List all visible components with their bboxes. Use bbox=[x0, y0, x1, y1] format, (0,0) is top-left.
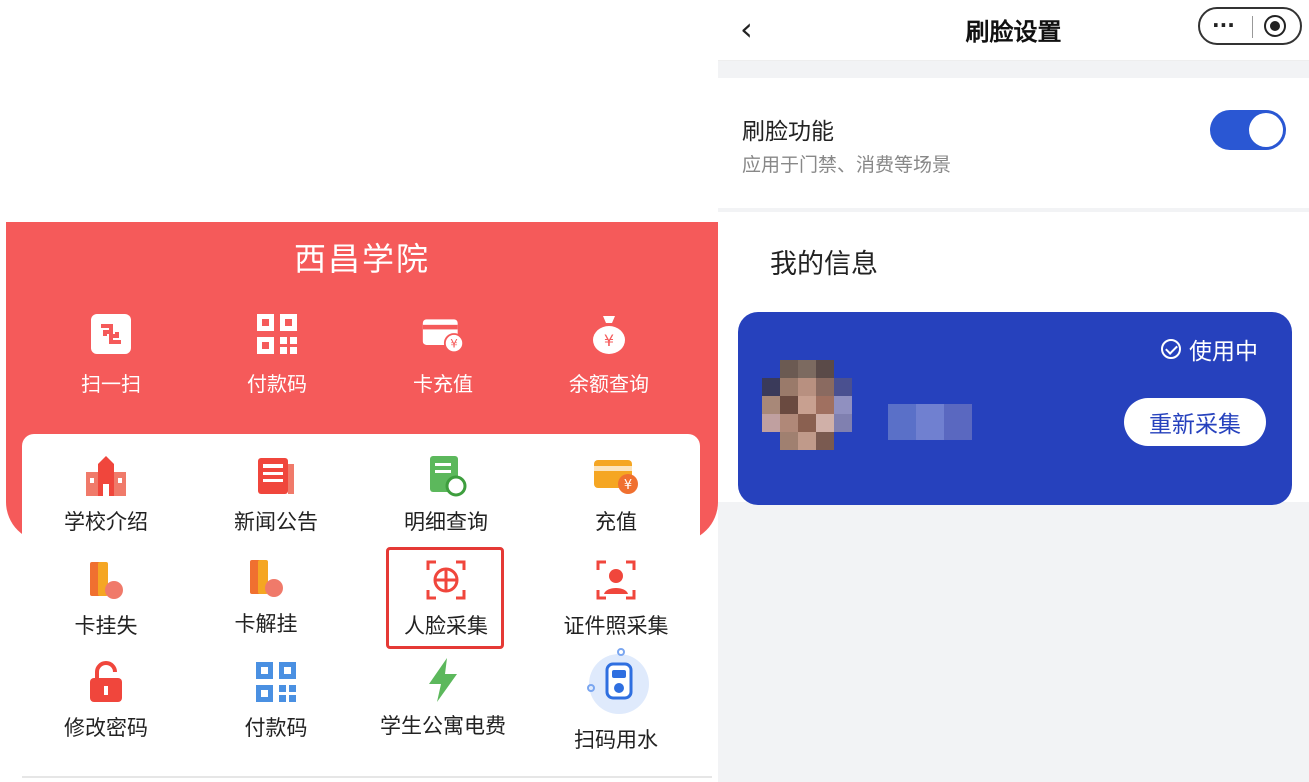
card-unlock-icon bbox=[242, 554, 290, 602]
svg-text:¥: ¥ bbox=[450, 337, 458, 351]
face-function-row: 刷脸功能 应用于门禁、消费等场景 bbox=[718, 78, 1309, 208]
lightning-icon bbox=[419, 656, 467, 704]
nav-bar: ‹ 刷脸设置 ··· bbox=[718, 0, 1309, 61]
service-change-password[interactable]: 修改密码 bbox=[31, 658, 181, 742]
service-card-unlock[interactable]: 卡解挂 bbox=[191, 554, 341, 638]
service-label: 证件照采集 bbox=[563, 614, 669, 638]
service-label: 卡解挂 bbox=[234, 612, 298, 636]
service-school-intro[interactable]: 学校介绍 bbox=[31, 452, 181, 536]
qr-code-icon bbox=[255, 312, 299, 356]
face-function-subtitle: 应用于门禁、消费等场景 bbox=[742, 154, 952, 176]
detail-query-icon bbox=[422, 452, 470, 500]
id-photo-capture-icon bbox=[592, 556, 640, 604]
school-building-icon bbox=[82, 452, 130, 500]
quick-scan-label: 扫一扫 bbox=[81, 372, 141, 396]
my-info-section: 我的信息 使用中 重新采集 bbox=[718, 212, 1309, 505]
face-info-card: 使用中 重新采集 bbox=[738, 312, 1292, 505]
service-label: 新闻公告 bbox=[234, 510, 318, 534]
status-badge: 使用中 bbox=[1161, 332, 1258, 366]
service-scan-water[interactable]: 扫码用水 bbox=[541, 648, 691, 754]
avatar bbox=[762, 360, 870, 468]
service-label: 学校介绍 bbox=[64, 510, 148, 534]
quick-recharge-label: 卡充值 bbox=[413, 372, 473, 396]
service-recharge[interactable]: ¥ 充值 bbox=[541, 452, 691, 536]
qr-code-icon bbox=[252, 658, 300, 706]
face-capture-highlight bbox=[386, 547, 504, 649]
service-label: 明细查询 bbox=[404, 510, 488, 534]
capsule-divider bbox=[1252, 16, 1253, 38]
service-detail-query[interactable]: 明细查询 bbox=[371, 452, 521, 536]
money-bag-icon: ¥ bbox=[587, 312, 631, 356]
recharge-card-icon: ¥ bbox=[592, 452, 640, 500]
quick-paycode-label: 付款码 bbox=[247, 372, 307, 396]
face-function-toggle[interactable] bbox=[1210, 110, 1286, 150]
service-label: 付款码 bbox=[244, 716, 308, 740]
my-info-title: 我的信息 bbox=[770, 249, 878, 280]
quick-recharge[interactable]: ¥ 卡充值 bbox=[378, 312, 508, 397]
right-screenshot: ‹ 刷脸设置 ··· 刷脸功能 应用于门禁、消费等场景 我的信息 使用中 重新采… bbox=[718, 0, 1309, 782]
service-id-photo[interactable]: 证件照采集 bbox=[541, 556, 691, 640]
quick-paycode[interactable]: 付款码 bbox=[212, 312, 342, 397]
service-label: 卡挂失 bbox=[74, 614, 138, 638]
school-title: 西昌学院 bbox=[293, 240, 430, 278]
status-text: 使用中 bbox=[1189, 339, 1258, 365]
card-recharge-icon: ¥ bbox=[421, 312, 465, 356]
service-label: 修改密码 bbox=[64, 716, 148, 740]
toggle-knob bbox=[1249, 113, 1283, 147]
quick-balance[interactable]: ¥ 余额查询 bbox=[544, 312, 674, 397]
svg-text:¥: ¥ bbox=[624, 478, 632, 493]
service-label: 扫码用水 bbox=[574, 728, 658, 752]
recollect-button[interactable]: 重新采集 bbox=[1124, 398, 1266, 446]
scan-icon bbox=[89, 312, 133, 356]
quick-scan[interactable]: 扫一扫 bbox=[46, 312, 176, 397]
more-icon[interactable]: ··· bbox=[1212, 13, 1235, 37]
lock-icon bbox=[82, 658, 130, 706]
check-circle-icon bbox=[1161, 339, 1181, 359]
face-function-title: 刷脸功能 bbox=[742, 119, 834, 145]
service-card-loss[interactable]: 卡挂失 bbox=[31, 556, 181, 640]
quick-balance-label: 余额查询 bbox=[569, 372, 649, 396]
blurred-name bbox=[888, 404, 972, 440]
service-paycode[interactable]: 付款码 bbox=[201, 658, 351, 742]
svg-text:¥: ¥ bbox=[604, 331, 614, 350]
left-screenshot: 西昌学院 扫一扫 付款码 ¥ 卡充值 ¥ 余额查询 学校介绍 新闻公告 明细查询… bbox=[0, 0, 718, 782]
miniprogram-capsule: ··· bbox=[1198, 7, 1302, 45]
divider bbox=[22, 776, 712, 778]
close-target-icon[interactable] bbox=[1264, 15, 1286, 37]
news-icon bbox=[252, 452, 300, 500]
card-report-loss-icon bbox=[82, 556, 130, 604]
service-news[interactable]: 新闻公告 bbox=[201, 452, 351, 536]
service-dorm-electricity[interactable]: 学生公寓电费 bbox=[368, 656, 518, 740]
water-meter-icon bbox=[581, 648, 651, 718]
service-label: 学生公寓电费 bbox=[380, 714, 506, 738]
service-label: 充值 bbox=[595, 510, 637, 534]
